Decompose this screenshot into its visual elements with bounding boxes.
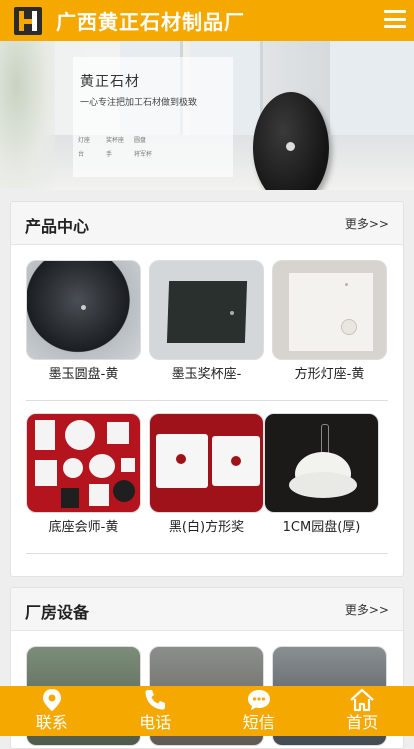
product-card[interactable]: 墨玉奖杯座-: [149, 260, 264, 390]
banner-black-disc: [253, 92, 329, 190]
product-caption[interactable]: 墨玉奖杯座-: [149, 360, 264, 390]
banner-tag: 灯座: [78, 134, 106, 148]
thumb-piece: [35, 420, 55, 450]
menu-line: [384, 18, 406, 21]
thumb-piece: [289, 472, 357, 498]
banner-tag: 将军杯: [134, 148, 162, 162]
chat-bubble-icon: [246, 688, 272, 712]
product-grid: 墨玉圆盘-黄 墨玉奖杯座- 方形灯座-黄 底座会师-黄: [11, 245, 403, 554]
more-link[interactable]: 更多>>: [345, 215, 389, 232]
banner-plant: [0, 41, 55, 190]
thumb-piece: [35, 460, 57, 486]
product-card[interactable]: 底座会师-黄: [26, 413, 141, 543]
banner-tag: 台: [78, 148, 106, 162]
thumb-hole: [341, 319, 357, 335]
product-thumbnail[interactable]: [149, 413, 264, 513]
more-link[interactable]: 更多>>: [345, 601, 389, 618]
nav-label: 电话: [139, 713, 171, 733]
product-center-section: 产品中心 更多>> 墨玉圆盘-黄 墨玉奖杯座- 方形灯座-黄: [10, 201, 404, 577]
thumb-plate: [167, 281, 247, 343]
thumb-piece: [121, 458, 135, 472]
product-caption[interactable]: 方形灯座-黄: [272, 360, 387, 390]
thumb-hole: [230, 311, 234, 315]
thumb-hole: [345, 283, 348, 286]
thumb-piece: [89, 454, 115, 478]
nav-home[interactable]: 首页: [311, 686, 414, 736]
location-pin-icon: [41, 688, 63, 712]
menu-line: [384, 10, 406, 13]
product-card[interactable]: 墨玉圆盘-黄: [26, 260, 141, 390]
thumb-hole: [231, 456, 241, 466]
section-title: 厂房设备: [25, 599, 89, 623]
phone-icon: [143, 688, 167, 712]
product-thumbnail[interactable]: [149, 260, 264, 360]
hero-banner[interactable]: 黄正石材 一心专注把加工石材做到极致 灯座奖杯座圆盘台手将军杯: [0, 41, 414, 190]
product-thumbnail[interactable]: [26, 413, 141, 513]
nav-label: 短信: [243, 713, 275, 733]
product-caption[interactable]: 1CM园盘(厚): [264, 513, 379, 543]
thumb-hole: [176, 454, 186, 464]
section-title: 产品中心: [25, 213, 89, 237]
banner-disc-hole: [286, 142, 295, 151]
section-header: 厂房设备 更多>>: [11, 588, 403, 631]
logo-mark-mid: [24, 19, 32, 24]
bottom-nav: 联系 电话 短信 首页: [0, 686, 414, 736]
thumb-plate: [289, 273, 373, 351]
menu-icon[interactable]: [384, 10, 406, 28]
product-thumbnail[interactable]: [26, 260, 141, 360]
thumb-piece: [107, 422, 129, 444]
top-header: 广西黄正石材制品厂: [0, 0, 414, 41]
product-thumbnail[interactable]: [264, 413, 379, 513]
nav-contact[interactable]: 联系: [0, 686, 104, 736]
banner-tag: 手: [106, 148, 134, 162]
product-card[interactable]: 方形灯座-黄: [272, 260, 387, 390]
thumb-piece: [61, 488, 79, 508]
product-card[interactable]: 黑(白)方形奖: [149, 413, 264, 543]
row-divider: [26, 553, 388, 554]
thumb-piece: [113, 480, 135, 502]
home-icon: [349, 688, 375, 712]
product-caption[interactable]: 黑(白)方形奖: [149, 513, 264, 543]
nav-phone[interactable]: 电话: [104, 686, 208, 736]
logo-icon[interactable]: [14, 7, 42, 35]
nav-label: 联系: [36, 713, 68, 733]
banner-tag: 圆盘: [134, 134, 162, 148]
banner-title: 黄正石材: [80, 71, 140, 91]
product-card[interactable]: 1CM园盘(厚): [264, 413, 379, 543]
logo-mark-right: [32, 11, 37, 31]
menu-line: [384, 25, 406, 28]
row-divider: [26, 400, 388, 401]
product-thumbnail[interactable]: [272, 260, 387, 360]
site-title[interactable]: 广西黄正石材制品厂: [56, 6, 245, 35]
nav-label: 首页: [346, 713, 378, 733]
banner-tag: 奖杯座: [106, 134, 134, 148]
product-caption[interactable]: 底座会师-黄: [26, 513, 141, 543]
thumb-piece: [63, 458, 83, 478]
section-header: 产品中心 更多>>: [11, 202, 403, 245]
nav-sms[interactable]: 短信: [207, 686, 311, 736]
banner-window: [330, 41, 414, 141]
thumb-hole: [81, 305, 86, 310]
banner-tags: 灯座奖杯座圆盘台手将军杯: [78, 134, 168, 162]
thumb-piece: [89, 484, 109, 506]
banner-subtitle: 一心专注把加工石材做到极致: [80, 95, 197, 108]
thumb-piece: [65, 420, 95, 450]
product-caption[interactable]: 墨玉圆盘-黄: [26, 360, 141, 390]
